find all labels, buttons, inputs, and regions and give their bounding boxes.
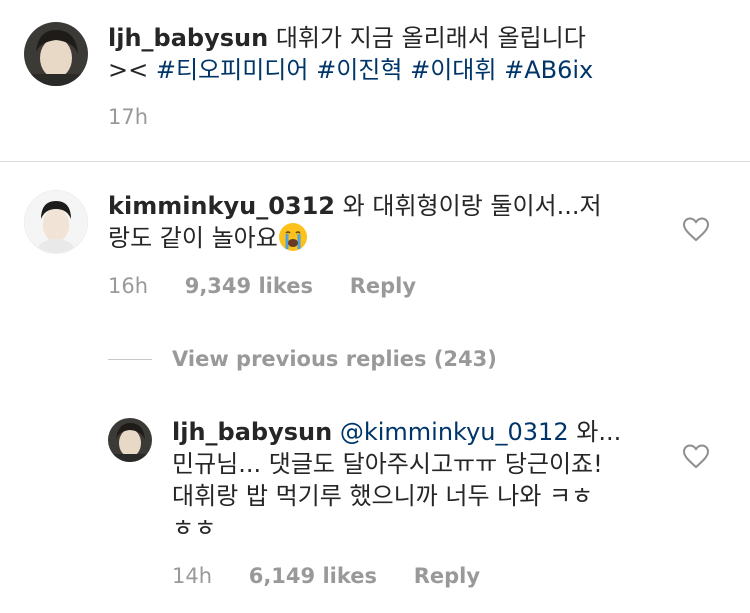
comment-username[interactable]: kimminkyu_0312	[108, 192, 335, 220]
reply-meta: 14h 6,149 likes Reply	[172, 563, 510, 589]
view-previous-replies-label[interactable]: View previous replies (243)	[172, 347, 497, 371]
view-previous-line	[108, 358, 152, 360]
comment-likes[interactable]: 9,349 likes	[185, 274, 313, 298]
reply-reply-button[interactable]: Reply	[414, 564, 480, 588]
post-meta: 17h	[108, 104, 178, 130]
divider	[0, 161, 750, 162]
reply-time: 14h	[172, 564, 213, 588]
post-caption: ljh_babysun 대휘가 지금 올리래서 올립니다 >< #티오피미디어 …	[108, 22, 728, 86]
reply-text: ljh_babysun @kimminkyu_0312 와... 민규님... …	[172, 416, 672, 544]
comment-avatar[interactable]	[24, 190, 88, 254]
hashtag-2[interactable]: #이진혁	[316, 56, 402, 84]
hashtag-3[interactable]: #이대휘	[410, 56, 496, 84]
reply-text-line3: 대휘랑 밥 먹기루 했으니까 너두 나와 ㅋㅎ	[172, 482, 594, 510]
hashtag-4[interactable]: #AB6ix	[504, 56, 593, 84]
reply-text-line1: 와...	[576, 418, 622, 446]
hashtag-1[interactable]: #티오피미디어	[156, 56, 309, 84]
comment-text-line2: 랑도 같이 놀아요	[108, 224, 278, 252]
post-avatar[interactable]	[24, 22, 88, 86]
reply-text-line4: ㅎㅎ	[172, 514, 217, 542]
reply-likes[interactable]: 6,149 likes	[249, 564, 377, 588]
heart-outline-icon[interactable]	[682, 216, 710, 242]
reply-mention[interactable]: @kimminkyu_0312	[340, 418, 569, 446]
reply-username[interactable]: ljh_babysun	[172, 418, 332, 446]
post-time: 17h	[108, 105, 149, 129]
comment-text-line1: 와 대휘형이랑 둘이서...저	[342, 192, 602, 220]
reply-avatar[interactable]	[108, 418, 152, 462]
comment-text: kimminkyu_0312 와 대휘형이랑 둘이서...저 랑도 같이 놀아요	[108, 190, 668, 254]
comment-time: 16h	[108, 274, 149, 298]
reply-text-line2: 민규님... 댓글도 달아주시고ㅠㅠ 당근이죠!	[172, 450, 603, 478]
post-caption-prefix: ><	[108, 56, 149, 84]
comment-meta: 16h 9,349 likes Reply	[108, 273, 446, 299]
heart-outline-icon[interactable]	[682, 443, 710, 469]
crying-face-emoji-icon	[278, 222, 308, 252]
view-previous-replies[interactable]: View previous replies (243)	[108, 344, 497, 374]
post-username[interactable]: ljh_babysun	[108, 24, 268, 52]
comment-reply-button[interactable]: Reply	[350, 274, 416, 298]
post-caption-text: 대휘가 지금 올리래서 올립니다	[275, 24, 586, 52]
